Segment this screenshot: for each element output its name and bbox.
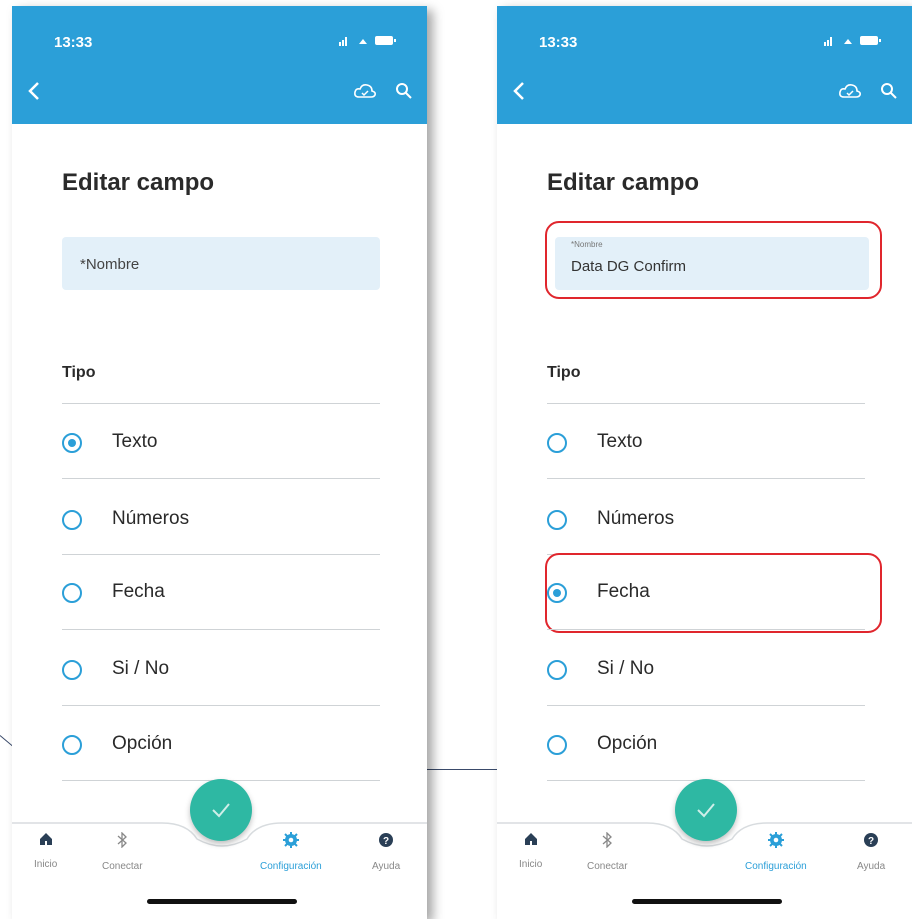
radio-option-label: Texto — [597, 431, 643, 452]
nav-item-conectar[interactable]: Conectar — [587, 832, 628, 874]
svg-text:?: ? — [383, 836, 389, 847]
phone-screen-right: 13:33 Editar campo *Nombre Data DG Confi… — [497, 6, 912, 919]
radio-unchecked-icon[interactable] — [62, 735, 82, 755]
radio-option-label: Opción — [112, 733, 173, 754]
bluetooth-icon — [602, 832, 613, 848]
status-icons — [339, 34, 399, 49]
app-header: 13:33 — [497, 6, 912, 124]
gear-icon — [282, 832, 299, 848]
radio-option-label: Si / No — [597, 658, 655, 679]
signal-wifi-battery-icon — [824, 36, 881, 46]
home-indicator — [632, 899, 782, 904]
search-icon[interactable] — [880, 82, 898, 100]
nav-label: Configuración — [745, 861, 807, 872]
radio-option-label: Texto — [112, 431, 158, 452]
radio-option-texto[interactable]: Texto — [62, 419, 380, 469]
app-header: 13:33 — [12, 6, 427, 124]
tipo-section-label: Tipo — [547, 364, 581, 381]
confirm-fab-button[interactable] — [675, 779, 737, 841]
radio-option-opcion[interactable]: Opción — [547, 721, 865, 771]
radio-option-opcion[interactable]: Opción — [62, 721, 380, 771]
divider — [547, 629, 865, 630]
nav-item-ayuda[interactable]: ? Ayuda — [372, 832, 400, 874]
checkmark-icon — [697, 803, 715, 818]
signal-wifi-battery-icon — [339, 36, 396, 46]
nav-label: Ayuda — [857, 861, 886, 872]
nav-item-configuracion[interactable]: Configuración — [745, 832, 807, 874]
tipo-section-label: Tipo — [62, 364, 96, 381]
name-input[interactable]: *Nombre — [62, 237, 380, 290]
nav-label: Conectar — [587, 861, 628, 872]
radio-unchecked-icon[interactable] — [547, 433, 567, 453]
radio-option-label: Fecha — [112, 581, 165, 602]
status-time: 13:33 — [54, 34, 93, 51]
radio-option-fecha[interactable]: Fecha — [62, 569, 380, 619]
divider — [62, 554, 380, 555]
home-indicator — [147, 899, 297, 904]
radio-option-label: Números — [112, 508, 190, 529]
radio-checked-icon[interactable] — [62, 433, 82, 453]
back-arrow-icon[interactable] — [26, 80, 42, 102]
status-time: 13:33 — [539, 34, 578, 51]
radio-unchecked-icon[interactable] — [62, 510, 82, 530]
name-input-placeholder: *Nombre — [80, 256, 140, 273]
radio-option-si-no[interactable]: Si / No — [62, 646, 380, 696]
radio-unchecked-icon[interactable] — [62, 660, 82, 680]
nav-label: Conectar — [102, 861, 143, 872]
back-arrow-icon[interactable] — [511, 80, 527, 102]
highlight-fecha-option — [545, 553, 882, 633]
divider — [547, 478, 865, 479]
svg-text:?: ? — [868, 836, 874, 847]
page-title: Editar campo — [547, 169, 700, 196]
home-icon — [524, 833, 537, 845]
divider — [62, 478, 380, 479]
checkmark-icon — [212, 803, 230, 818]
nav-item-configuracion[interactable]: Configuración — [260, 832, 322, 874]
radio-option-texto[interactable]: Texto — [547, 419, 865, 469]
radio-option-numeros[interactable]: Números — [62, 496, 380, 546]
radio-unchecked-icon[interactable] — [62, 583, 82, 603]
nav-label: Inicio — [519, 859, 543, 870]
nav-item-ayuda[interactable]: ? Ayuda — [857, 832, 885, 874]
radio-option-label: Opción — [597, 733, 658, 754]
divider — [547, 705, 865, 706]
home-icon — [39, 833, 52, 845]
divider — [62, 705, 380, 706]
page-title: Editar campo — [62, 169, 215, 196]
radio-option-label: Números — [597, 508, 675, 529]
nav-label: Inicio — [34, 859, 58, 870]
help-icon: ? — [379, 833, 394, 847]
highlight-name-field — [545, 221, 882, 299]
nav-item-conectar[interactable]: Conectar — [102, 832, 143, 874]
radio-option-label: Si / No — [112, 658, 170, 679]
divider — [62, 629, 380, 630]
search-icon[interactable] — [395, 82, 413, 100]
cloud-sync-icon[interactable] — [838, 82, 862, 100]
confirm-fab-button[interactable] — [190, 779, 252, 841]
nav-label: Configuración — [260, 861, 322, 872]
gear-icon — [767, 832, 784, 848]
divider — [547, 403, 865, 404]
nav-item-inicio[interactable]: Inicio — [34, 832, 57, 872]
radio-unchecked-icon[interactable] — [547, 510, 567, 530]
phone-screen-left: 13:33 Editar campo *Nombre Tipo Texto Nú… — [12, 6, 427, 919]
radio-unchecked-icon[interactable] — [547, 735, 567, 755]
cloud-sync-icon[interactable] — [353, 82, 377, 100]
radio-unchecked-icon[interactable] — [547, 660, 567, 680]
connector-line — [425, 769, 500, 770]
nav-label: Ayuda — [372, 861, 401, 872]
nav-item-inicio[interactable]: Inicio — [519, 832, 542, 872]
radio-option-numeros[interactable]: Números — [547, 496, 865, 546]
bluetooth-icon — [117, 832, 128, 848]
status-icons — [824, 34, 884, 49]
help-icon: ? — [864, 833, 879, 847]
divider — [62, 403, 380, 404]
radio-option-si-no[interactable]: Si / No — [547, 646, 865, 696]
